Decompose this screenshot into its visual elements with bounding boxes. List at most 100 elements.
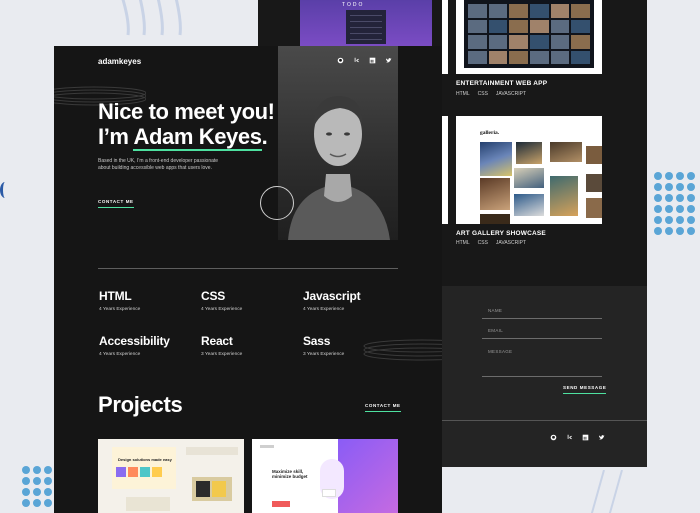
tag: JAVASCRIPT [495,91,527,97]
portrait-illustration [288,96,390,240]
decorative-ring [260,186,294,220]
twitter-icon[interactable] [598,434,605,441]
decorative-slashes [590,470,623,513]
skill-experience: 4 Years Experience [201,307,243,312]
tag: HTML [456,240,470,246]
gallery-logo: galleria. [480,130,500,136]
project-card[interactable]: Design solutions made easy [98,439,244,513]
decorative-dots [654,172,695,235]
contact-form: NAME EMAIL MESSAGE SEND MESSAGE [442,286,647,467]
decorative-curve [0,182,10,198]
skill-item: Sass 3 Years Experience [303,334,399,357]
movie-grid-preview [464,0,594,68]
profile-photo [278,46,398,240]
github-icon[interactable] [337,57,344,64]
skill-name: CSS [201,289,226,303]
card-block [212,481,226,497]
github-icon[interactable] [550,434,557,441]
artwork [480,178,510,210]
tag: JAVASCRIPT [495,240,527,246]
todo-list-preview [346,10,386,44]
hero-line-2-suffix: . [261,124,268,149]
card-block [322,489,336,497]
project-title: ART GALLERY SHOWCASE [456,230,546,237]
tag: CSS [477,91,488,97]
skill-experience: 3 Years Experience [201,352,243,357]
hero-name: Adam Keyes [133,124,262,151]
linkedin-icon[interactable] [582,434,589,441]
artwork [586,198,602,218]
artwork [480,142,512,176]
card-block [338,439,398,513]
projects-contact-link[interactable]: CONTACT ME [365,403,401,412]
card-block [260,445,274,448]
contact-me-link[interactable]: CONTACT ME [98,199,134,208]
twitter-icon[interactable] [385,57,392,64]
card-block [116,467,126,477]
linkedin-icon[interactable] [369,57,376,64]
todo-app-thumbnail[interactable]: TODO [300,0,432,46]
skill-experience: 4 Years Experience [303,307,345,312]
entertainment-app-thumbnail[interactable] [456,0,602,74]
card-block [126,497,170,511]
frontend-mentor-icon[interactable] [566,434,573,441]
art-gallery-thumbnail[interactable]: galleria. [456,116,602,224]
section-divider [98,268,398,269]
hero-line-2-prefix: I’m [98,124,134,149]
field-underline [482,338,602,339]
skill-experience: 4 Years Experience [99,352,141,357]
artwork [514,194,544,216]
card-block [196,481,210,497]
todo-title: TODO [342,2,365,8]
header-social-icons [337,57,392,64]
project-card[interactable]: Maximize skill, minimize budget [252,439,398,513]
card-block [140,467,150,477]
frontend-mentor-icon[interactable] [353,57,360,64]
card-block [186,447,238,455]
hero-description: Based in the UK, I’m a front-end develop… [98,158,219,171]
card-headline: Maximize skill, minimize budget [272,469,308,479]
site-logo[interactable]: adamkeyes [98,57,141,66]
artwork [586,146,602,164]
hero-line-1: Nice to meet you! [98,99,275,124]
field-underline [482,376,602,377]
footer-social-icons [550,434,605,441]
skill-experience: 3 Years Experience [303,352,345,357]
skill-item: HTML 4 Years Experience [99,289,201,312]
artwork [516,142,542,164]
skill-experience: 4 Years Experience [99,307,141,312]
card-block [128,467,138,477]
skill-name: React [201,334,233,348]
skill-name: Accessibility [99,334,170,348]
thumbnail-edge [442,0,448,74]
divider [442,420,647,421]
decorative-lines [121,0,182,36]
skill-item: Accessibility 4 Years Experience [99,334,201,357]
portfolio-screen: adamkeyes Nice to meet you! I’m Adam Key… [54,46,442,513]
artwork [514,168,544,188]
thumbnail-edge [442,116,448,224]
message-field[interactable]: MESSAGE [488,349,512,354]
project-tags: HTML CSS JAVASCRIPT [456,91,526,97]
field-underline [482,318,602,319]
email-field[interactable]: EMAIL [488,328,503,333]
card-block [272,501,290,507]
skill-name: Javascript [303,289,361,303]
project-title: ENTERTAINMENT WEB APP [456,80,548,87]
skill-item: CSS 4 Years Experience [201,289,303,312]
send-message-button[interactable]: SEND MESSAGE [563,385,607,394]
skill-name: Sass [303,334,331,348]
project-tags: HTML CSS JAVASCRIPT [456,240,526,246]
artwork [480,214,510,224]
artwork [586,174,602,192]
hero-heading: Nice to meet you! I’m Adam Keyes. [98,99,275,151]
skills-grid: HTML 4 Years Experience CSS 4 Years Expe… [99,289,399,357]
name-field[interactable]: NAME [488,308,502,313]
artwork [550,142,582,162]
artwork [550,176,578,216]
skill-item: Javascript 4 Years Experience [303,289,399,312]
card-headline: Design solutions made easy [118,457,172,462]
tag: HTML [456,91,470,97]
skill-name: HTML [99,289,132,303]
card-block [152,467,162,477]
